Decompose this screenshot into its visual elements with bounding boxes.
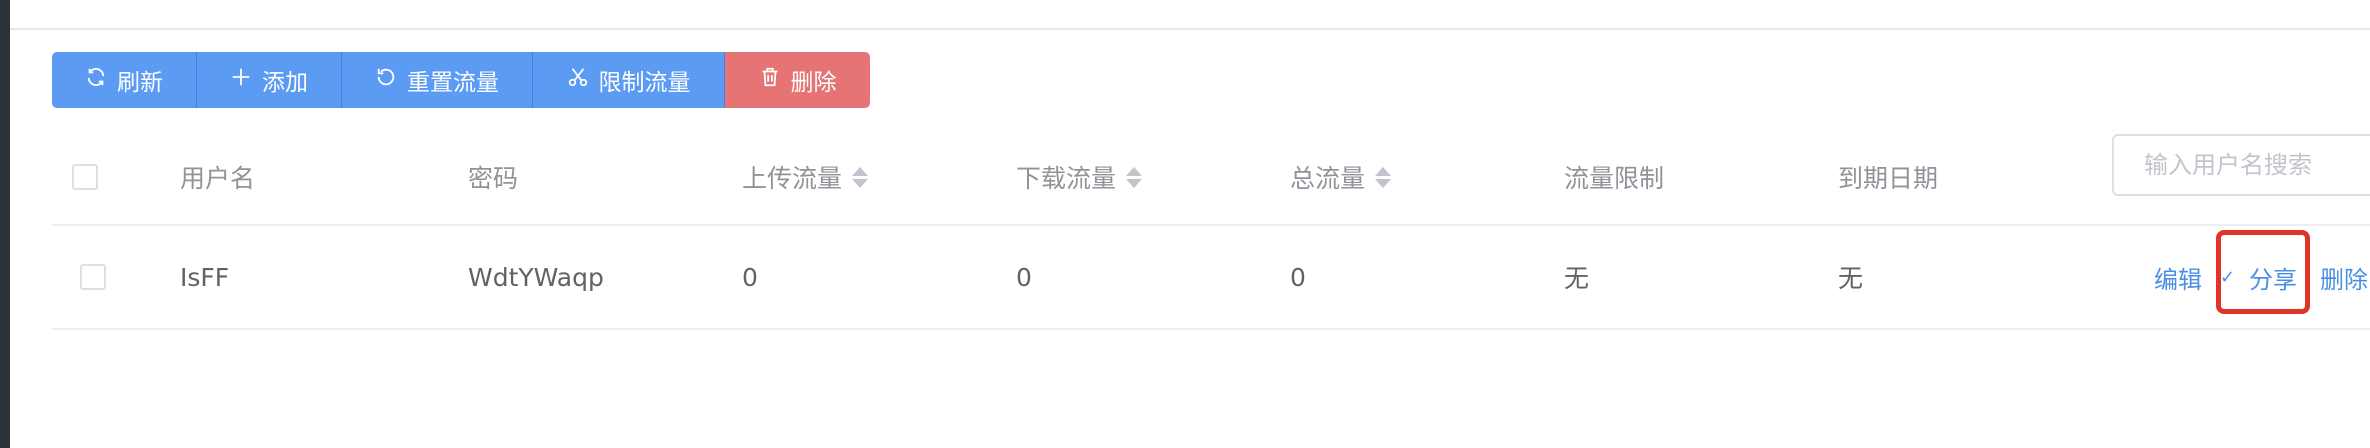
limit-traffic-label: 限制流量 bbox=[598, 70, 691, 96]
toolbar: 刷新 添加 重置流量 限制流量 删除 bbox=[52, 52, 870, 108]
header-download[interactable]: 下载流量 bbox=[1016, 130, 1143, 224]
scissors-icon bbox=[567, 66, 589, 94]
search-input[interactable] bbox=[2112, 134, 2370, 196]
trash-icon bbox=[759, 66, 781, 94]
sort-icon[interactable] bbox=[1126, 166, 1143, 188]
select-all-cell bbox=[72, 130, 98, 224]
row-checkbox[interactable] bbox=[80, 264, 106, 290]
reset-traffic-button[interactable]: 重置流量 bbox=[342, 52, 533, 108]
refresh-button[interactable]: 刷新 bbox=[52, 52, 197, 108]
header-username: 用户名 bbox=[180, 164, 256, 193]
header-password: 密码 bbox=[468, 164, 519, 193]
window-edge bbox=[0, 0, 10, 448]
delete-button[interactable]: 删除 bbox=[725, 52, 870, 108]
cell-expiry: 无 bbox=[1838, 264, 1864, 293]
header-upload-label: 上传流量 bbox=[742, 164, 843, 193]
refresh-icon bbox=[85, 66, 107, 94]
table-row: IsFF WdtYWaqp 0 0 0 无 无 编辑 ✓ 分享 删除 bbox=[52, 226, 2370, 330]
limit-traffic-button[interactable]: 限制流量 bbox=[533, 52, 725, 108]
header-total[interactable]: 总流量 bbox=[1290, 130, 1392, 224]
header-download-label: 下载流量 bbox=[1016, 164, 1117, 193]
cell-password: WdtYWaqp bbox=[468, 262, 604, 292]
reset-icon bbox=[375, 66, 397, 94]
sort-icon[interactable] bbox=[852, 166, 869, 188]
cell-limit: 无 bbox=[1564, 264, 1590, 293]
sort-icon[interactable] bbox=[1375, 166, 1392, 188]
cell-upload: 0 bbox=[742, 262, 758, 292]
header-expiry: 到期日期 bbox=[1838, 164, 1939, 193]
header-total-label: 总流量 bbox=[1290, 164, 1366, 193]
add-button[interactable]: 添加 bbox=[197, 52, 342, 108]
add-label: 添加 bbox=[262, 70, 308, 96]
plus-icon bbox=[230, 66, 252, 94]
table-header: 用户名 密码 上传流量 下载流量 总流量 流量限制 到期日期 bbox=[52, 130, 2370, 226]
reset-traffic-label: 重置流量 bbox=[407, 70, 499, 96]
share-highlight-box bbox=[2216, 230, 2310, 314]
row-delete-label: 删除 bbox=[2320, 265, 2368, 294]
header-divider bbox=[10, 28, 2370, 30]
edit-link[interactable]: 编辑 bbox=[2154, 226, 2202, 328]
edit-label: 编辑 bbox=[2154, 265, 2202, 294]
cell-download: 0 bbox=[1016, 262, 1032, 292]
header-limit: 流量限制 bbox=[1564, 164, 1665, 193]
header-upload[interactable]: 上传流量 bbox=[742, 130, 869, 224]
select-all-checkbox[interactable] bbox=[72, 164, 98, 190]
row-delete-link[interactable]: 删除 bbox=[2320, 226, 2368, 328]
cell-total: 0 bbox=[1290, 262, 1306, 292]
refresh-label: 刷新 bbox=[117, 70, 163, 96]
cell-username: IsFF bbox=[180, 262, 230, 292]
row-select-cell bbox=[80, 226, 106, 328]
delete-label: 删除 bbox=[790, 70, 837, 96]
